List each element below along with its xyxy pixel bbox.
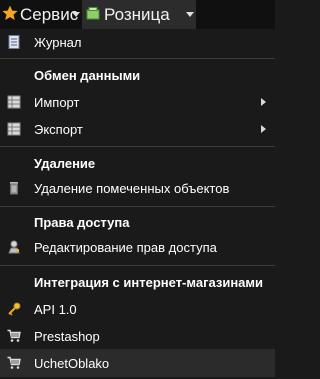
star-icon — [2, 5, 18, 21]
table-icon — [7, 95, 21, 109]
retail-icon — [86, 6, 100, 20]
menu-item-export[interactable]: Экспорт — [0, 116, 275, 142]
cart-icon — [7, 329, 21, 343]
section-heading-deletion: Удаление — [34, 155, 96, 171]
menu-item-label: Редактирование прав доступа — [34, 239, 217, 255]
table-icon — [7, 122, 21, 136]
trash-icon — [7, 181, 21, 195]
menu-retail-label: Розница — [104, 5, 170, 24]
section-heading-integration: Интеграция с интернет-магазинами — [34, 274, 264, 290]
key-icon — [7, 302, 21, 316]
menu-retail[interactable]: Розница — [82, 0, 196, 29]
separator — [0, 206, 275, 207]
menu-item-label: Журнал — [34, 34, 82, 50]
menu-item-prestashop[interactable]: Prestashop — [0, 323, 275, 349]
menu-bar: Сервис Розница — [0, 0, 275, 29]
chevron-down-icon — [72, 12, 80, 17]
chevron-right-icon — [261, 98, 266, 106]
separator — [0, 58, 275, 59]
separator — [0, 265, 275, 266]
menu-item-api[interactable]: API 1.0 — [0, 296, 275, 322]
menu-item-delete-marked[interactable]: Удаление помеченных объектов — [0, 175, 275, 201]
menu-service[interactable]: Сервис — [0, 0, 82, 29]
menu-item-label: Удаление помеченных объектов — [34, 180, 230, 196]
menu-item-label: Prestashop — [34, 328, 100, 344]
menu-service-label: Сервис — [20, 5, 79, 24]
chevron-down-icon — [186, 12, 194, 17]
section-heading-exchange: Обмен данными — [34, 67, 141, 83]
menu-item-edit-access[interactable]: Редактирование прав доступа — [0, 234, 275, 260]
chevron-right-icon — [261, 125, 266, 133]
menu-item-label: UchetOblako — [34, 355, 110, 371]
journal-icon — [7, 35, 21, 49]
menu-item-import[interactable]: Импорт — [0, 89, 275, 115]
menu-item-journal[interactable]: Журнал — [0, 29, 275, 55]
menu-item-label: Экспорт — [34, 121, 83, 137]
service-dropdown: Журнал Обмен данными Импорт Экспорт Удал… — [0, 29, 275, 379]
user-key-icon — [7, 240, 21, 254]
menu-item-uchetoblako[interactable]: UchetOblako — [0, 349, 275, 377]
separator — [0, 146, 275, 147]
menu-item-label: API 1.0 — [34, 301, 77, 317]
section-heading-access: Права доступа — [34, 214, 130, 230]
cart-icon — [7, 356, 21, 370]
menu-item-label: Импорт — [34, 94, 80, 110]
